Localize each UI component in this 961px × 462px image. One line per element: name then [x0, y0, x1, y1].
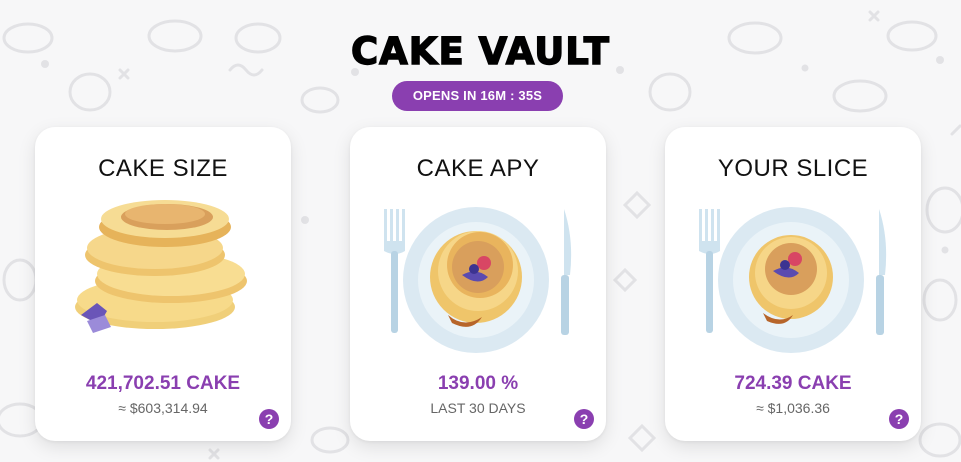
- card-your-slice: YOUR SLICE 724.39 CAKE ≈ $1,036.36 ?: [665, 127, 921, 441]
- vault-opening-countdown: OPENS IN 16M : 35S: [392, 81, 563, 111]
- your-slice-value: 724.39 CAKE: [734, 373, 852, 394]
- card-cake-apy: CAKE APY 139.00 % LAST 30 DAYS ?: [350, 127, 606, 441]
- your-slice-usd: ≈ $1,036.36: [756, 400, 830, 416]
- cake-size-value: 421,702.51 CAKE: [85, 373, 241, 394]
- pancake-plate-icon: [384, 207, 572, 353]
- pancake-stack-icon: [75, 200, 247, 333]
- page-title: CAKE VAULT: [350, 29, 610, 73]
- card-title: YOUR SLICE: [717, 155, 869, 182]
- card-cake-size: CAKE SIZE 421,702.51 CAKE ≈ $603,314.94 …: [35, 127, 291, 441]
- pancake-slice-plate-icon: [699, 207, 887, 353]
- cake-size-usd: ≈ $603,314.94: [118, 400, 208, 416]
- help-icon[interactable]: ?: [574, 409, 594, 429]
- cake-apy-period: LAST 30 DAYS: [430, 400, 526, 416]
- cake-apy-value: 139.00 %: [437, 373, 519, 394]
- card-title: CAKE SIZE: [98, 155, 228, 182]
- help-icon[interactable]: ?: [259, 409, 279, 429]
- help-icon[interactable]: ?: [889, 409, 909, 429]
- card-title: CAKE APY: [416, 155, 540, 182]
